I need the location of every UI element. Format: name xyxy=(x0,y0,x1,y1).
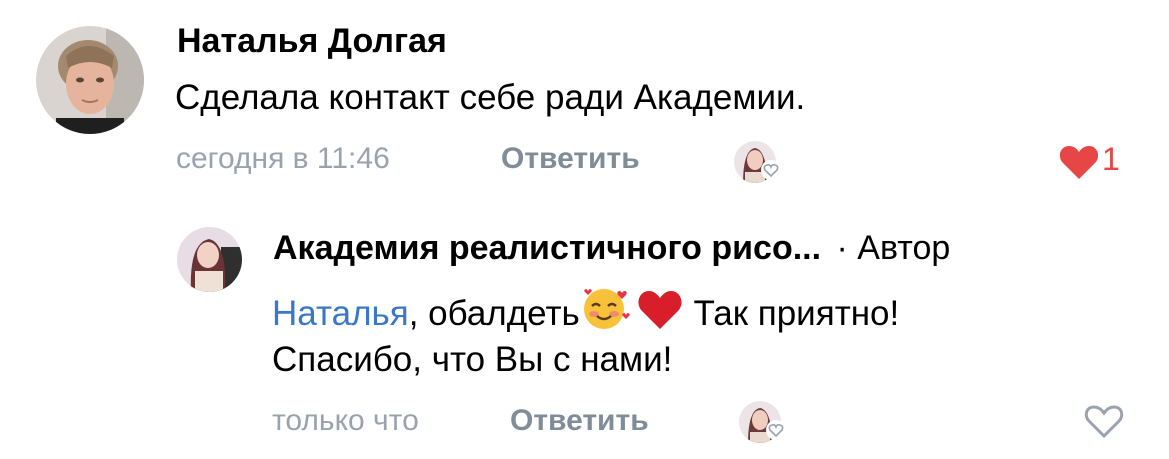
avatar[interactable] xyxy=(36,26,144,134)
reply-reply-button[interactable]: Ответить xyxy=(510,404,649,438)
comment-like-button[interactable]: 1 xyxy=(1058,141,1138,181)
reply-author-liked-avatar xyxy=(738,400,786,444)
author-badge: · Автор xyxy=(836,229,951,267)
mention-link[interactable]: Наталья xyxy=(272,294,409,333)
reply-author-name[interactable]: Академия реалистичного рисо... · Автор xyxy=(273,229,950,268)
red-heart-emoji xyxy=(636,287,684,340)
reply-author-label: Академия реалистичного рисо... xyxy=(273,229,822,267)
comment-thread: Наталья Долгая Сделала контакт себе ради… xyxy=(0,0,1169,459)
heart-outline-icon xyxy=(1084,405,1124,439)
smiling-face-with-hearts-emoji xyxy=(580,285,632,340)
like-count: 1 xyxy=(1102,141,1120,177)
author-liked-avatar xyxy=(733,140,781,184)
reply-text-part-2: Так приятно! xyxy=(683,294,900,333)
comment-timestamp: сегодня в 11:46 xyxy=(176,142,390,175)
comment-reply-button[interactable]: Ответить xyxy=(501,142,640,176)
comment-author-name[interactable]: Наталья Долгая xyxy=(177,22,447,61)
reply-text-line-2: Спасибо, что Вы с нами! xyxy=(272,340,673,379)
reply-text-line-1: Наталья, обалдеть Так приятно! xyxy=(272,285,899,340)
reply-avatar[interactable] xyxy=(177,227,242,292)
comment-text: Сделала контакт себе ради Академии. xyxy=(175,78,806,117)
reply-like-button[interactable] xyxy=(1083,402,1127,442)
heart-filled-icon xyxy=(1059,146,1099,179)
reply-text-part-1: , обалдеть xyxy=(408,294,580,333)
reply-timestamp: только что xyxy=(272,404,419,437)
